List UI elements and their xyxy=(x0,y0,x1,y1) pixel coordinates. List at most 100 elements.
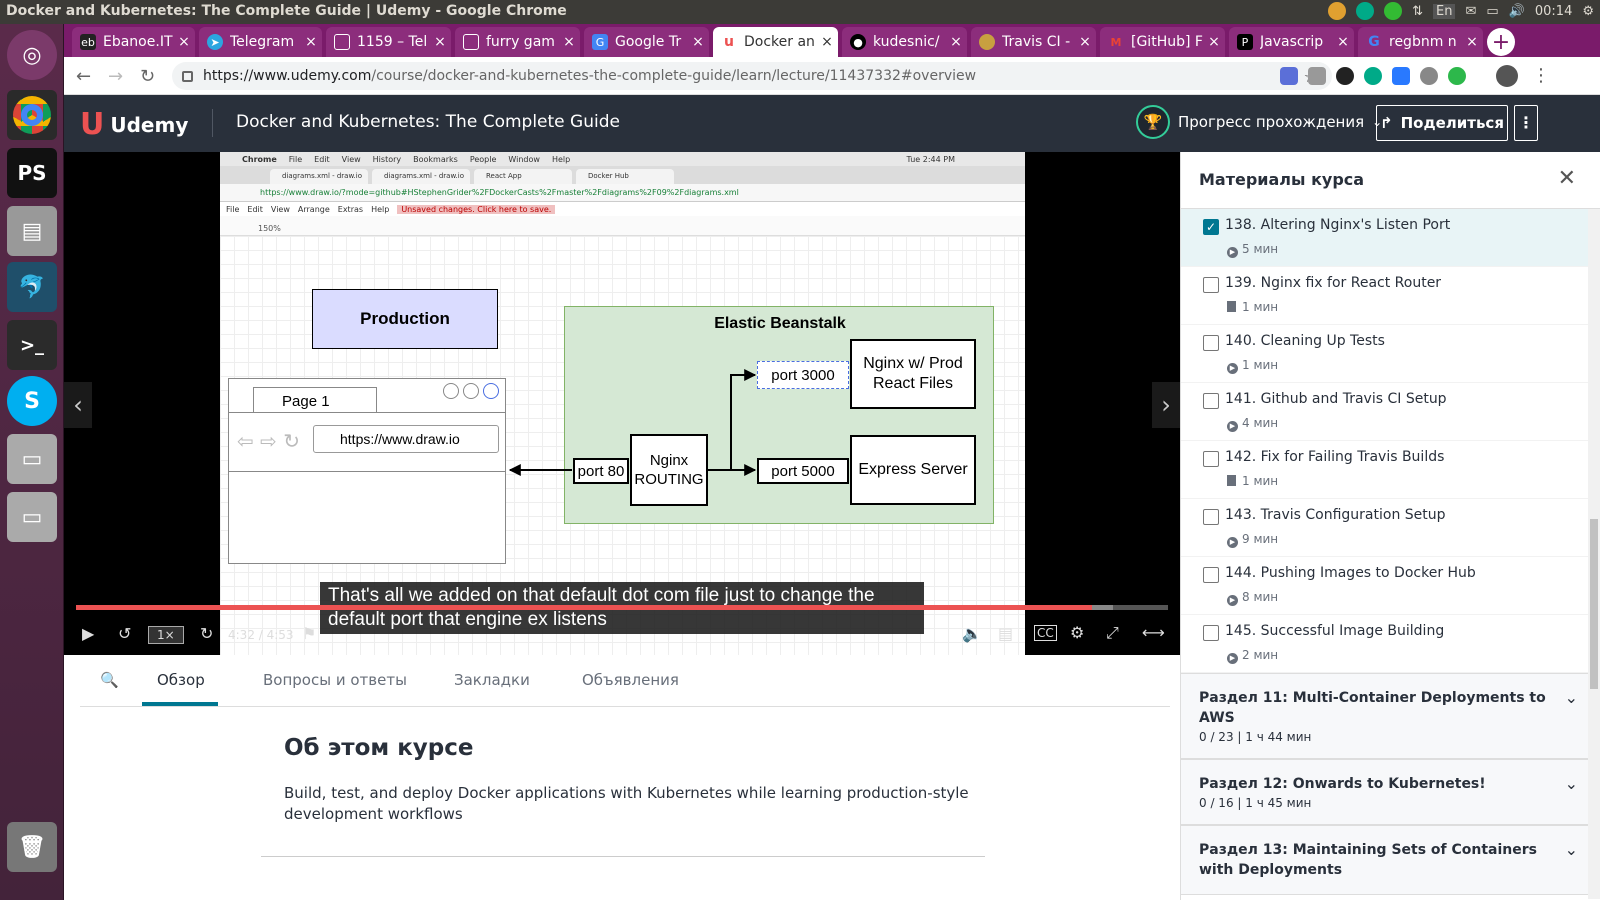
lecture-item[interactable]: ✓ 138. Altering Nginx's Listen Port ▶ 5 мин xyxy=(1181,209,1600,267)
back-icon[interactable]: ← xyxy=(76,66,91,87)
extension-icon[interactable] xyxy=(1336,67,1354,85)
close-sidebar-icon[interactable]: ✕ xyxy=(1558,166,1576,191)
lecture-checkbox[interactable] xyxy=(1203,509,1219,525)
tab-announcements[interactable]: Объявления xyxy=(582,671,679,689)
close-tab-icon[interactable]: × xyxy=(558,34,580,50)
scrollbar-thumb[interactable] xyxy=(1590,519,1598,689)
ubuntu-dash-icon[interactable]: ◎ xyxy=(7,30,57,80)
section-header[interactable]: Раздел 12: Onwards to Kubernetes! 0 / 16 … xyxy=(1181,759,1600,825)
chevron-down-icon[interactable]: ⌄ xyxy=(1565,774,1578,793)
extension-icon[interactable] xyxy=(1420,67,1438,85)
search-icon[interactable]: 🔍 xyxy=(100,671,119,689)
transcript-icon[interactable]: ▤ xyxy=(998,624,1013,643)
video-player[interactable]: ‹ › Chrome File Edit View History Bookma… xyxy=(64,152,1180,655)
terminal-launcher-icon[interactable]: >_ xyxy=(7,320,57,370)
lecture-item[interactable]: 145. Successful Image Building ▶ 2 мин xyxy=(1181,615,1600,673)
chrome-launcher-icon[interactable] xyxy=(7,90,57,140)
browser-tab[interactable]: P Javascrip × xyxy=(1229,27,1354,57)
close-tab-icon[interactable]: × xyxy=(687,34,709,50)
lecture-checkbox[interactable] xyxy=(1203,277,1219,293)
lecture-checkbox[interactable] xyxy=(1203,393,1219,409)
close-tab-icon[interactable]: × xyxy=(1461,34,1483,50)
fullscreen-icon[interactable]: ⤢ xyxy=(1106,623,1119,643)
expand-icon[interactable]: ⟷ xyxy=(1142,623,1165,642)
browser-tab[interactable]: ● kudesnic/× xyxy=(842,27,967,57)
browser-tab-active[interactable]: u Docker an × xyxy=(713,27,838,57)
browser-tab[interactable]: furry gam × xyxy=(455,27,580,57)
volume-icon[interactable]: 🔈 xyxy=(962,624,982,643)
files-launcher-icon[interactable]: ▤ xyxy=(7,206,57,256)
playback-speed-button[interactable]: 1× xyxy=(148,626,184,644)
close-tab-icon[interactable]: × xyxy=(300,34,322,50)
lecture-item[interactable]: 144. Pushing Images to Docker Hub ▶ 8 мин xyxy=(1181,557,1600,615)
browser-tab[interactable]: eb Ebanoe.IT × xyxy=(72,27,195,57)
new-tab-button[interactable]: + xyxy=(1487,28,1515,56)
lecture-item[interactable]: 142. Fix for Failing Travis Builds 1 мин xyxy=(1181,441,1600,499)
forward-icon[interactable]: → xyxy=(108,66,123,87)
forward-icon[interactable]: ↻ xyxy=(200,624,213,643)
tab-bookmarks[interactable]: Закладки xyxy=(454,671,530,689)
browser-tab[interactable]: Gregbnm n × xyxy=(1358,27,1483,57)
bookmark-icon[interactable]: ⚑ xyxy=(302,624,316,643)
close-tab-icon[interactable]: × xyxy=(429,34,451,50)
lecture-checkbox[interactable] xyxy=(1203,335,1219,351)
settings-icon[interactable]: ⚙ xyxy=(1070,623,1084,642)
close-tab-icon[interactable]: × xyxy=(173,34,195,50)
progress-dropdown[interactable]: 🏆 Прогресс прохождения ⌄ xyxy=(1136,105,1382,139)
skype-launcher-icon[interactable]: S xyxy=(7,376,57,426)
clock[interactable]: 00:14 xyxy=(1535,4,1572,19)
udemy-logo[interactable]: ᑌ Udemy xyxy=(80,107,188,142)
video-progress-bar[interactable] xyxy=(76,605,1168,610)
lecture-checkbox[interactable] xyxy=(1203,625,1219,641)
hangouts-extension-icon[interactable] xyxy=(1364,67,1382,85)
captions-icon[interactable]: CC xyxy=(1034,625,1057,641)
tab-qa[interactable]: Вопросы и ответы xyxy=(263,671,407,689)
share-button[interactable]: ↱ Поделиться xyxy=(1376,105,1508,141)
previous-lecture-arrow-icon[interactable]: ‹ xyxy=(64,382,92,428)
browser-tab[interactable]: ➤ Telegram × xyxy=(199,27,322,57)
chevron-down-icon[interactable]: ⌄ xyxy=(1565,840,1578,859)
lecture-checkbox[interactable] xyxy=(1203,567,1219,583)
lecture-checkbox[interactable] xyxy=(1203,451,1219,467)
reload-icon[interactable]: ↻ xyxy=(140,66,155,87)
more-options-button[interactable]: ⋮ xyxy=(1514,105,1538,141)
rewind-icon[interactable]: ↺ xyxy=(118,624,131,643)
settings-gear-icon[interactable]: ⚙ xyxy=(1582,4,1594,19)
lecture-item[interactable]: 141. Github and Travis CI Setup ▶ 4 мин xyxy=(1181,383,1600,441)
next-lecture-arrow-icon[interactable]: › xyxy=(1152,382,1180,428)
sidebar-scrollbar[interactable] xyxy=(1588,209,1600,899)
battery-icon[interactable]: ▭ xyxy=(1486,4,1498,19)
browser-tab[interactable]: M [GitHub] F × xyxy=(1100,27,1225,57)
disk-launcher-icon[interactable]: ▭ xyxy=(7,434,57,484)
close-tab-icon[interactable]: × xyxy=(816,34,838,50)
extension-icon[interactable] xyxy=(1392,67,1410,85)
extension-icon[interactable] xyxy=(1448,67,1466,85)
lecture-checkbox[interactable]: ✓ xyxy=(1203,219,1219,235)
trash-icon[interactable]: 🗑 xyxy=(7,822,57,872)
lecture-item[interactable]: 139. Nginx fix for React Router 1 мин xyxy=(1181,267,1600,325)
translate-extension-icon[interactable] xyxy=(1280,67,1298,85)
profile-avatar[interactable] xyxy=(1496,65,1518,87)
sync-tray-icon[interactable] xyxy=(1384,2,1403,20)
mail-icon[interactable]: ✉ xyxy=(1465,4,1476,19)
volume-icon[interactable]: 🔊 xyxy=(1509,4,1525,19)
browser-tab[interactable]: G Google Tr × xyxy=(584,27,709,57)
chrome-menu-icon[interactable]: ⋮ xyxy=(1532,65,1550,86)
vue-extension-icon[interactable] xyxy=(1308,67,1326,85)
keyboard-language[interactable]: En xyxy=(1433,3,1456,19)
hangouts-tray-icon[interactable] xyxy=(1356,2,1375,20)
phpstorm-launcher-icon[interactable]: PS xyxy=(7,148,57,198)
section-header[interactable]: Раздел 11: Multi-Container Deployments t… xyxy=(1181,673,1600,759)
lock-icon[interactable] xyxy=(182,70,193,82)
disk2-launcher-icon[interactable]: ▭ xyxy=(7,492,57,542)
browser-tab[interactable]: Travis CI - × xyxy=(971,27,1096,57)
url-input[interactable]: https://www.udemy.com/course/docker-and-… xyxy=(172,62,1332,90)
course-title[interactable]: Docker and Kubernetes: The Complete Guid… xyxy=(236,112,620,132)
tab-overview[interactable]: Обзор xyxy=(157,671,205,689)
close-tab-icon[interactable]: × xyxy=(1203,34,1225,50)
lecture-item[interactable]: 143. Travis Configuration Setup ▶ 9 мин xyxy=(1181,499,1600,557)
play-icon[interactable]: ▶ xyxy=(82,624,94,643)
chevron-down-icon[interactable]: ⌄ xyxy=(1565,688,1578,707)
network-icon[interactable]: ⇅ xyxy=(1412,4,1423,19)
close-tab-icon[interactable]: × xyxy=(945,34,967,50)
